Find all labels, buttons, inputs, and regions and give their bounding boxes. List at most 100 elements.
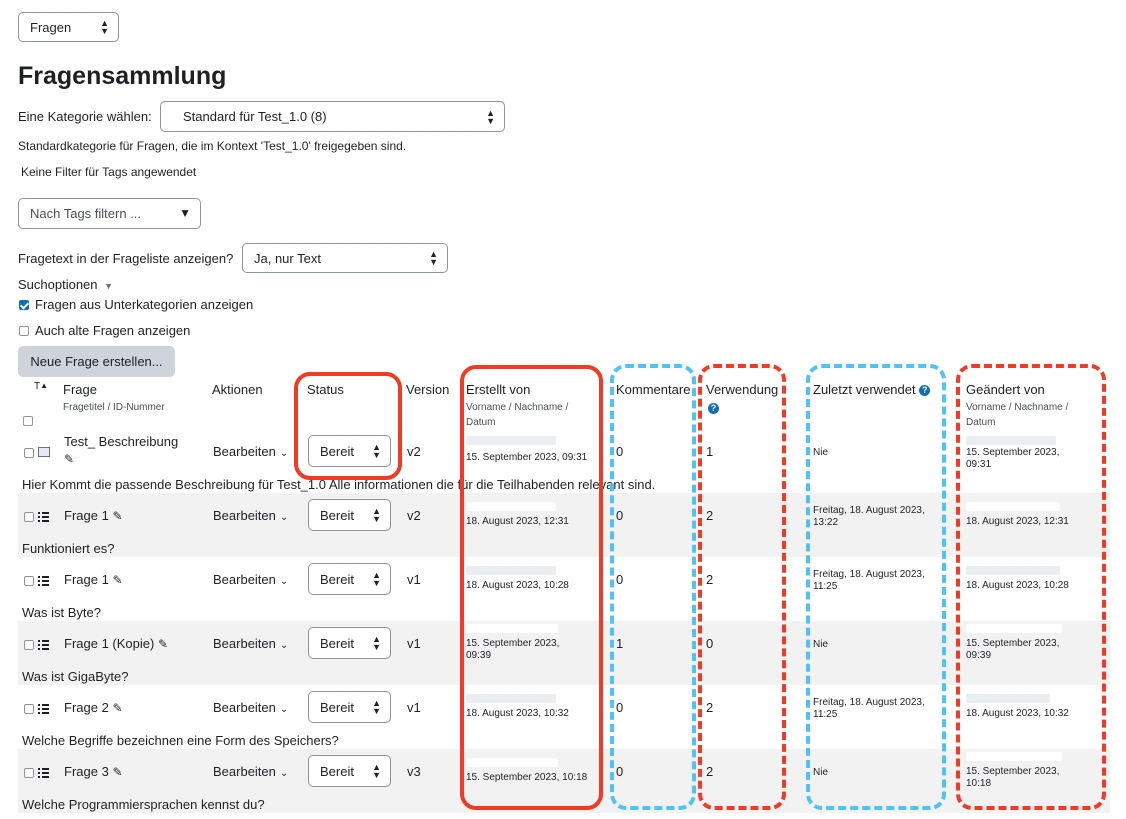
old-questions-checkbox[interactable] xyxy=(19,326,29,336)
row-checkbox[interactable] xyxy=(24,704,34,714)
edit-menu-label: Bearbeiten xyxy=(213,444,276,459)
category-value: Standard für Test_1.0 (8) xyxy=(183,109,327,124)
question-name: Frage 1 ✎ xyxy=(64,508,123,523)
status-value: Bereit xyxy=(320,699,354,715)
question-text: Was ist Byte? xyxy=(22,605,101,620)
status-select[interactable]: Bereit ▲ ▼ xyxy=(308,499,391,531)
comments-highlight-box xyxy=(610,364,696,810)
version: v1 xyxy=(407,636,421,651)
chevron-down-icon: ⌄ xyxy=(279,704,289,715)
row-checkbox[interactable] xyxy=(24,448,34,458)
edit-menu-label: Bearbeiten xyxy=(213,572,276,587)
multichoice-type-icon xyxy=(38,576,49,586)
question-name: Frage 3 ✎ xyxy=(64,764,123,779)
select-arrows-icon: ▲ ▼ xyxy=(429,249,438,267)
multichoice-type-icon xyxy=(38,640,49,650)
status-select[interactable]: Bereit ▲ ▼ xyxy=(308,691,391,723)
edit-pencil-icon[interactable]: ✎ xyxy=(112,509,122,523)
question-name: Frage 1 ✎ xyxy=(64,572,123,587)
subcategories-label: Fragen aus Unterkategorien anzeigen xyxy=(35,297,254,312)
edit-pencil-icon[interactable]: ✎ xyxy=(112,701,122,715)
status-value: Bereit xyxy=(320,635,354,651)
created-by-highlight-box xyxy=(460,365,603,810)
version: v1 xyxy=(407,572,421,587)
search-options-label: Suchoptionen xyxy=(18,277,98,292)
question-name-label: Frage 1 xyxy=(64,572,109,587)
question-name-label: Frage 1 xyxy=(64,508,109,523)
edit-menu-label: Bearbeiten xyxy=(213,764,276,779)
category-description: Standardkategorie für Fragen, die im Kon… xyxy=(18,139,407,153)
select-arrows-icon: ▲ ▼ xyxy=(372,506,381,524)
question-name-label: Frage 2 xyxy=(64,700,109,715)
fragetext-value: Ja, nur Text xyxy=(254,250,321,266)
header-version[interactable]: Version xyxy=(406,382,449,397)
header-frage[interactable]: Frage xyxy=(63,382,97,397)
header-frage-sub[interactable]: Fragetitel / ID-Nummer xyxy=(63,402,165,413)
row-checkbox[interactable] xyxy=(24,768,34,778)
page-title: Fragensammlung xyxy=(18,62,227,90)
select-arrows-icon: ▲ ▼ xyxy=(372,634,381,652)
select-arrows-icon: ▲ ▼ xyxy=(100,18,109,36)
multichoice-type-icon xyxy=(38,512,49,522)
version: v1 xyxy=(407,700,421,715)
edit-pencil-icon[interactable]: ✎ xyxy=(64,452,74,466)
multichoice-type-icon xyxy=(38,768,49,778)
tag-filter-input[interactable]: Nach Tags filtern ... ▼ xyxy=(18,198,201,229)
sort-asc-icon: ▲ xyxy=(40,381,49,390)
fragetext-select[interactable]: Ja, nur Text ▲ ▼ xyxy=(242,243,448,273)
tag-filter-placeholder: Nach Tags filtern ... xyxy=(30,206,142,221)
edit-menu[interactable]: Bearbeiten ⌄ xyxy=(213,700,288,715)
edit-menu[interactable]: Bearbeiten ⌄ xyxy=(213,636,288,651)
chevron-down-icon: ⌄ xyxy=(279,448,289,459)
question-name: Frage 2 ✎ xyxy=(64,700,123,715)
new-question-button[interactable]: Neue Frage erstellen... xyxy=(18,346,175,377)
edit-menu[interactable]: Bearbeiten ⌄ xyxy=(213,444,288,459)
question-name: Frage 1 (Kopie) ✎ xyxy=(64,636,168,651)
header-type[interactable]: T▲ xyxy=(34,381,48,392)
edit-pencil-icon[interactable]: ✎ xyxy=(112,765,122,779)
header-aktionen: Aktionen xyxy=(212,382,263,397)
edit-pencil-icon[interactable]: ✎ xyxy=(112,573,122,587)
status-value: Bereit xyxy=(320,763,354,779)
bank-navigation-select[interactable]: Fragen ▲ ▼ xyxy=(18,12,119,42)
category-select[interactable]: Standard für Test_1.0 (8) ▲ ▼ xyxy=(160,101,505,132)
dropdown-arrow-icon: ▼ xyxy=(179,206,191,220)
last-used-highlight-box xyxy=(806,364,946,810)
question-text: Was ist GigaByte? xyxy=(22,669,129,684)
select-all-checkbox[interactable] xyxy=(23,416,33,426)
question-text: Welche Programmiersprachen kennst du? xyxy=(22,797,265,812)
version: v2 xyxy=(407,508,421,523)
question-name: Test_ Beschreibung xyxy=(64,434,179,449)
status-value: Bereit xyxy=(320,507,354,523)
status-select[interactable]: Bereit ▲ ▼ xyxy=(308,755,391,787)
modified-by-highlight-box xyxy=(956,364,1106,810)
status-select[interactable]: Bereit ▲ ▼ xyxy=(308,563,391,595)
edit-menu-label: Bearbeiten xyxy=(213,700,276,715)
select-arrows-icon: ▲ ▼ xyxy=(486,107,495,126)
edit-pencil-icon[interactable]: ✎ xyxy=(158,637,168,651)
question-name-label: Frage 1 (Kopie) xyxy=(64,636,155,651)
status-highlight-box xyxy=(294,372,402,480)
row-checkbox[interactable] xyxy=(24,512,34,522)
category-label: Eine Kategorie wählen: xyxy=(18,109,152,124)
description-type-icon xyxy=(38,447,50,457)
edit-menu[interactable]: Bearbeiten ⌄ xyxy=(213,572,288,587)
status-value: Bereit xyxy=(320,571,354,587)
question-text: Welche Begriffe bezeichnen eine Form des… xyxy=(22,733,339,748)
bank-navigation-value: Fragen xyxy=(30,19,72,35)
status-select[interactable]: Bereit ▲ ▼ xyxy=(308,627,391,659)
version: v2 xyxy=(407,444,421,459)
subcategories-checkbox[interactable] xyxy=(19,300,29,310)
edit-menu[interactable]: Bearbeiten ⌄ xyxy=(213,508,288,523)
edit-menu-label: Bearbeiten xyxy=(213,508,276,523)
caret-down-icon: ▼ xyxy=(104,281,114,291)
multichoice-type-icon xyxy=(38,704,49,714)
version: v3 xyxy=(407,764,421,779)
edit-menu[interactable]: Bearbeiten ⌄ xyxy=(213,764,288,779)
row-checkbox[interactable] xyxy=(24,640,34,650)
old-questions-label: Auch alte Fragen anzeigen xyxy=(35,323,191,338)
question-text: Funktioniert es? xyxy=(22,541,115,556)
search-options-toggle[interactable]: Suchoptionen ▼ xyxy=(18,277,113,292)
select-arrows-icon: ▲ ▼ xyxy=(372,570,381,588)
row-checkbox[interactable] xyxy=(24,576,34,586)
